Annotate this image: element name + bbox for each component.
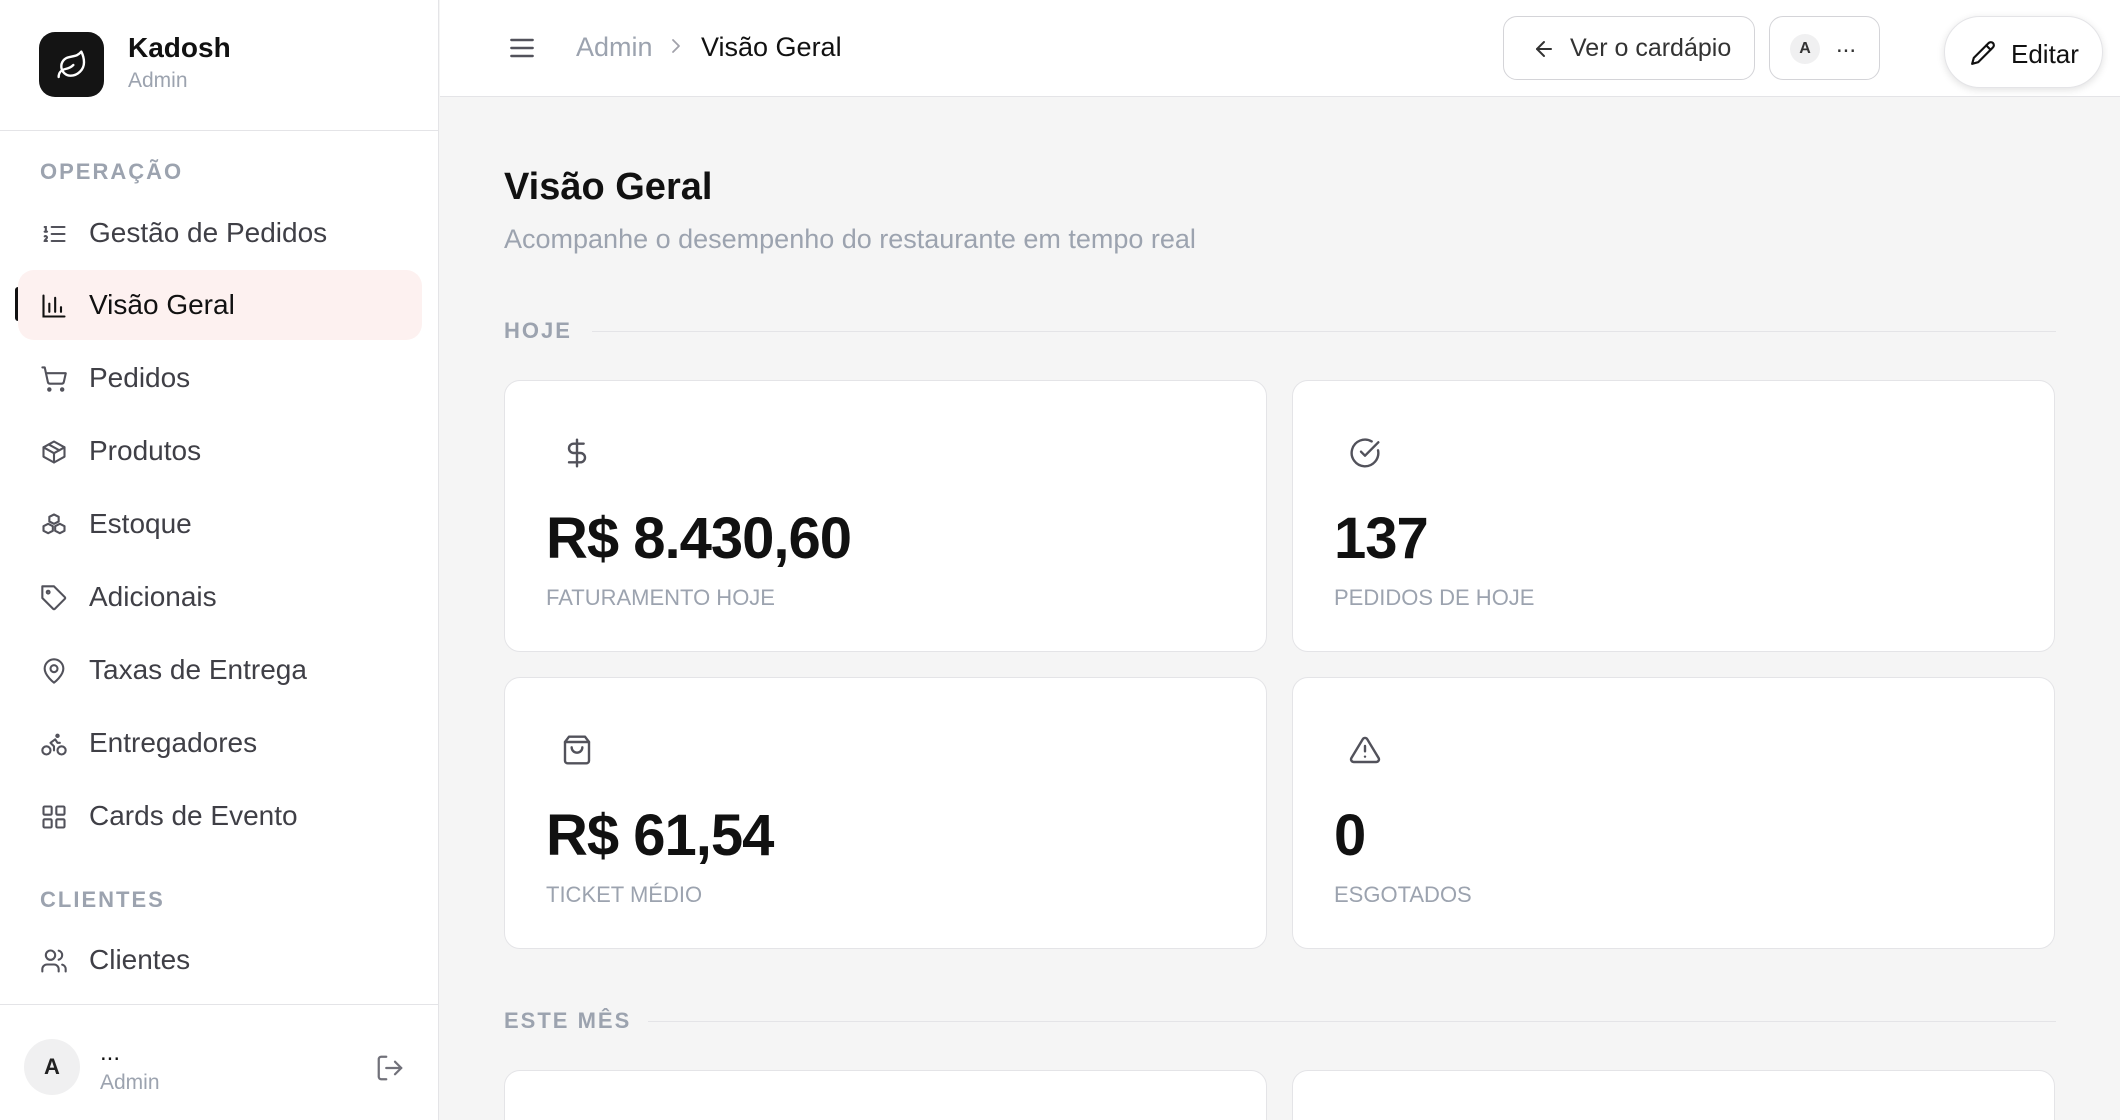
breadcrumb-root[interactable]: Admin (576, 32, 653, 63)
stat-card-pedidos: 137 PEDIDOS DE HOJE (1292, 380, 2055, 652)
list-ordered-icon (40, 220, 68, 248)
sidebar-item-clientes[interactable]: Clientes (18, 925, 422, 995)
arrow-left-icon (1532, 37, 1556, 61)
topbar: Admin Visão Geral Ver o cardápio A ... (440, 0, 2120, 97)
stat-label: FATURAMENTO HOJE (546, 585, 775, 610)
brand-header: Kadosh Admin (0, 0, 438, 131)
sidebar-item-label: Entregadores (89, 727, 258, 758)
sidebar-item-label: Produtos (89, 435, 202, 466)
map-pin-icon (40, 657, 68, 685)
users-icon (40, 947, 68, 975)
page-title: Visão Geral (504, 166, 713, 208)
dollar-icon (561, 437, 593, 469)
sidebar-item-taxas-de-entrega[interactable]: Taxas de Entrega (18, 635, 422, 705)
sidebar-item-label: Clientes (89, 944, 191, 975)
sidebar-item-gestao-de-pedidos[interactable]: Gestão de Pedidos (18, 198, 422, 268)
section-label-clientes: CLIENTES (40, 887, 165, 912)
section-label-operacao: OPERAÇÃO (40, 159, 184, 184)
stat-label: PEDIDOS DE HOJE (1334, 585, 1535, 610)
brand-name: Kadosh (128, 32, 231, 63)
group-label-este-mes: ESTE MÊS (504, 1008, 632, 1033)
stat-value: 137 (1334, 506, 1429, 571)
sidebar-item-pedidos[interactable]: Pedidos (18, 343, 422, 413)
breadcrumb-current: Visão Geral (701, 32, 842, 62)
stat-value: R$ 8.430,60 (546, 506, 852, 571)
sidebar-item-entregadores[interactable]: Entregadores (18, 708, 422, 778)
app: Kadosh Admin OPERAÇÃO Gestão de Pedidos … (0, 0, 2120, 1120)
sidebar-item-label: Adicionais (89, 581, 217, 612)
sidebar-item-label: Cards de Evento (89, 800, 298, 831)
edit-button[interactable]: Editar (1944, 16, 2103, 88)
sidebar: Kadosh Admin OPERAÇÃO Gestão de Pedidos … (0, 0, 439, 1120)
package-icon (40, 438, 68, 466)
stat-label: ESGOTADOS (1334, 882, 1472, 907)
divider (648, 1021, 2056, 1022)
pencil-icon (1970, 40, 1996, 66)
shopping-bag-icon (561, 734, 593, 766)
stat-card-ticket-medio: R$ 61,54 TICKET MÉDIO (504, 677, 1267, 949)
sidebar-item-adicionais[interactable]: Adicionais (18, 562, 422, 632)
stat-card-faturamento: R$ 8.430,60 FATURAMENTO HOJE (504, 380, 1267, 652)
view-menu-label: Ver o cardápio (1570, 33, 1732, 62)
user-footer: A ... Admin (0, 1004, 438, 1120)
sidebar-item-cards-de-evento[interactable]: Cards de Evento (18, 781, 422, 851)
chevron-right-icon (666, 34, 686, 58)
hamburger-menu-icon[interactable] (506, 32, 538, 64)
view-menu-button[interactable]: Ver o cardápio (1503, 16, 1755, 80)
sidebar-item-estoque[interactable]: Estoque (18, 489, 422, 559)
sidebar-item-produtos[interactable]: Produtos (18, 416, 422, 486)
sidebar-item-label: Taxas de Entrega (89, 654, 307, 685)
page-subtitle: Acompanhe o desempenho do restaurante em… (504, 224, 1196, 254)
stat-card-month-1 (504, 1070, 1267, 1120)
bar-chart-icon (40, 292, 68, 320)
avatar[interactable]: A (24, 1039, 80, 1095)
boxes-icon (40, 511, 68, 539)
bike-icon (40, 730, 68, 758)
tag-icon (40, 584, 68, 612)
sidebar-item-visao-geral[interactable]: Visão Geral (18, 270, 422, 340)
group-label-hoje: HOJE (504, 318, 572, 343)
user-role: Admin (100, 1071, 160, 1094)
stat-value: 0 (1334, 803, 1366, 868)
brand-subtitle: Admin (128, 69, 188, 92)
edit-label: Editar (2011, 39, 2079, 69)
user-menu-label: ... (1836, 31, 1857, 58)
user-menu-button[interactable]: A ... (1769, 16, 1880, 80)
leaf-logo-icon (39, 32, 104, 97)
user-name: ... (100, 1039, 121, 1066)
stat-value: R$ 61,54 (546, 803, 774, 868)
alert-triangle-icon (1349, 734, 1381, 766)
sidebar-item-label: Visão Geral (89, 289, 235, 320)
sidebar-item-label: Gestão de Pedidos (89, 217, 328, 248)
stat-card-month-2 (1292, 1070, 2055, 1120)
avatar: A (1790, 34, 1820, 64)
sidebar-item-label: Pedidos (89, 362, 191, 393)
shopping-cart-icon (40, 365, 68, 393)
check-circle-icon (1349, 437, 1381, 469)
grid-icon (40, 803, 68, 831)
divider (592, 331, 2056, 332)
stat-card-esgotados: 0 ESGOTADOS (1292, 677, 2055, 949)
stat-label: TICKET MÉDIO (546, 882, 703, 907)
logout-icon[interactable] (375, 1053, 405, 1083)
sidebar-item-label: Estoque (89, 508, 192, 539)
